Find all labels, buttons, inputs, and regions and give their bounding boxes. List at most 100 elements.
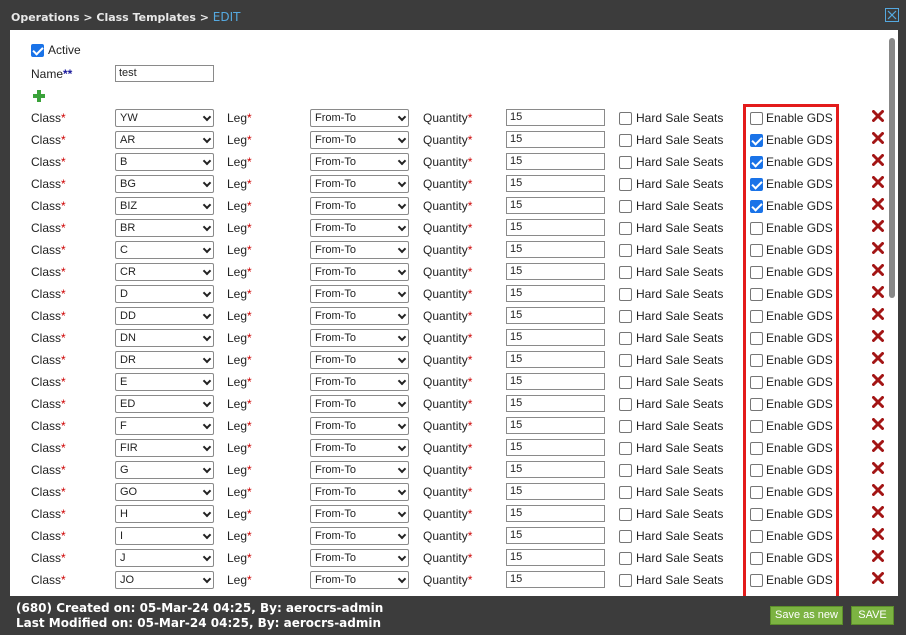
save-as-new-button[interactable]: Save as new: [770, 606, 843, 625]
plus-icon[interactable]: [33, 90, 45, 102]
hard-sale-checkbox[interactable]: [619, 486, 632, 499]
leg-select[interactable]: From-To: [310, 483, 409, 501]
leg-select[interactable]: From-To: [310, 263, 409, 281]
hard-sale-checkbox[interactable]: [619, 310, 632, 323]
class-select[interactable]: CR: [115, 263, 214, 281]
hard-sale-checkbox[interactable]: [619, 442, 632, 455]
quantity-input[interactable]: 15: [506, 373, 605, 390]
hard-sale-checkbox[interactable]: [619, 552, 632, 565]
delete-icon[interactable]: [872, 330, 884, 342]
delete-icon[interactable]: [872, 242, 884, 254]
delete-icon[interactable]: [872, 462, 884, 474]
hard-sale-checkbox[interactable]: [619, 354, 632, 367]
hard-sale-checkbox[interactable]: [619, 178, 632, 191]
leg-select[interactable]: From-To: [310, 505, 409, 523]
quantity-input[interactable]: 15: [506, 197, 605, 214]
hard-sale-checkbox[interactable]: [619, 200, 632, 213]
quantity-input[interactable]: 15: [506, 329, 605, 346]
delete-icon[interactable]: [872, 572, 884, 584]
quantity-input[interactable]: 15: [506, 483, 605, 500]
quantity-input[interactable]: 15: [506, 109, 605, 126]
delete-icon[interactable]: [872, 264, 884, 276]
delete-icon[interactable]: [872, 308, 884, 320]
class-select[interactable]: G: [115, 461, 214, 479]
delete-icon[interactable]: [872, 440, 884, 452]
leg-select[interactable]: From-To: [310, 395, 409, 413]
leg-select[interactable]: From-To: [310, 307, 409, 325]
delete-icon[interactable]: [872, 374, 884, 386]
leg-select[interactable]: From-To: [310, 351, 409, 369]
hard-sale-checkbox[interactable]: [619, 134, 632, 147]
hard-sale-checkbox[interactable]: [619, 266, 632, 279]
hard-sale-checkbox[interactable]: [619, 464, 632, 477]
hard-sale-checkbox[interactable]: [619, 112, 632, 125]
class-select[interactable]: I: [115, 527, 214, 545]
delete-icon[interactable]: [872, 528, 884, 540]
quantity-input[interactable]: 15: [506, 285, 605, 302]
delete-icon[interactable]: [872, 506, 884, 518]
leg-select[interactable]: From-To: [310, 373, 409, 391]
class-select[interactable]: YW: [115, 109, 214, 127]
delete-icon[interactable]: [872, 484, 884, 496]
quantity-input[interactable]: 15: [506, 527, 605, 544]
leg-select[interactable]: From-To: [310, 329, 409, 347]
class-select[interactable]: DD: [115, 307, 214, 325]
hard-sale-checkbox[interactable]: [619, 508, 632, 521]
delete-icon[interactable]: [872, 396, 884, 408]
delete-icon[interactable]: [872, 418, 884, 430]
quantity-input[interactable]: 15: [506, 395, 605, 412]
quantity-input[interactable]: 15: [506, 175, 605, 192]
quantity-input[interactable]: 15: [506, 417, 605, 434]
hard-sale-checkbox[interactable]: [619, 398, 632, 411]
delete-icon[interactable]: [872, 154, 884, 166]
quantity-input[interactable]: 15: [506, 219, 605, 236]
class-select[interactable]: D: [115, 285, 214, 303]
class-select[interactable]: BR: [115, 219, 214, 237]
class-select[interactable]: H: [115, 505, 214, 523]
class-select[interactable]: AR: [115, 131, 214, 149]
class-select[interactable]: BIZ: [115, 197, 214, 215]
name-input[interactable]: test: [115, 65, 214, 82]
save-button[interactable]: SAVE: [851, 606, 894, 625]
class-select[interactable]: FIR: [115, 439, 214, 457]
delete-icon[interactable]: [872, 132, 884, 144]
delete-icon[interactable]: [872, 220, 884, 232]
hard-sale-checkbox[interactable]: [619, 332, 632, 345]
leg-select[interactable]: From-To: [310, 175, 409, 193]
class-select[interactable]: BG: [115, 175, 214, 193]
quantity-input[interactable]: 15: [506, 307, 605, 324]
leg-select[interactable]: From-To: [310, 571, 409, 589]
class-select[interactable]: DN: [115, 329, 214, 347]
quantity-input[interactable]: 15: [506, 571, 605, 588]
leg-select[interactable]: From-To: [310, 219, 409, 237]
hard-sale-checkbox[interactable]: [619, 288, 632, 301]
hard-sale-checkbox[interactable]: [619, 574, 632, 587]
leg-select[interactable]: From-To: [310, 417, 409, 435]
scrollbar[interactable]: [886, 30, 898, 596]
hard-sale-checkbox[interactable]: [619, 420, 632, 433]
leg-select[interactable]: From-To: [310, 131, 409, 149]
hard-sale-checkbox[interactable]: [619, 530, 632, 543]
leg-select[interactable]: From-To: [310, 549, 409, 567]
leg-select[interactable]: From-To: [310, 527, 409, 545]
class-select[interactable]: B: [115, 153, 214, 171]
class-select[interactable]: C: [115, 241, 214, 259]
delete-icon[interactable]: [872, 550, 884, 562]
quantity-input[interactable]: 15: [506, 241, 605, 258]
quantity-input[interactable]: 15: [506, 351, 605, 368]
class-select[interactable]: JO: [115, 571, 214, 589]
quantity-input[interactable]: 15: [506, 439, 605, 456]
leg-select[interactable]: From-To: [310, 109, 409, 127]
active-checkbox[interactable]: [31, 44, 44, 57]
leg-select[interactable]: From-To: [310, 241, 409, 259]
delete-icon[interactable]: [872, 110, 884, 122]
quantity-input[interactable]: 15: [506, 505, 605, 522]
quantity-input[interactable]: 15: [506, 131, 605, 148]
delete-icon[interactable]: [872, 286, 884, 298]
close-button[interactable]: [885, 8, 899, 22]
class-select[interactable]: ED: [115, 395, 214, 413]
quantity-input[interactable]: 15: [506, 263, 605, 280]
delete-icon[interactable]: [872, 352, 884, 364]
scroll-thumb[interactable]: [889, 38, 895, 298]
leg-select[interactable]: From-To: [310, 285, 409, 303]
